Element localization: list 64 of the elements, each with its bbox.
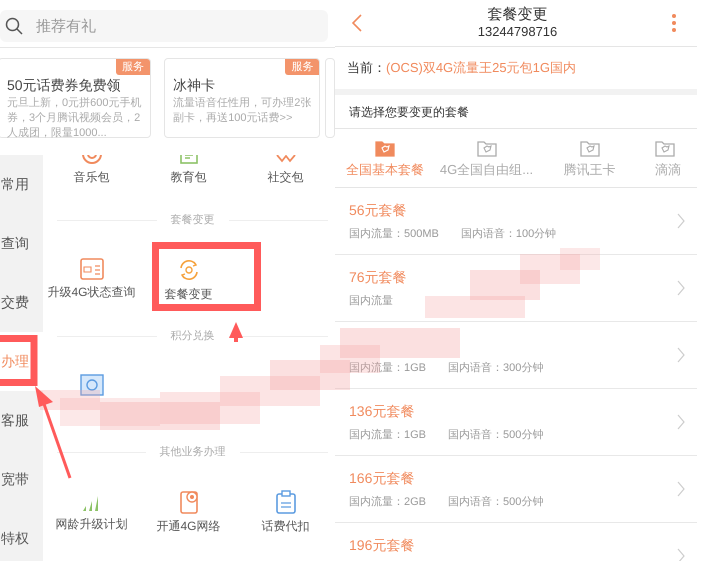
section-title: 其他业务办理 (158, 444, 226, 460)
sidebar-item[interactable]: 特权 (0, 509, 43, 561)
clipboard-icon (274, 490, 296, 514)
sidebar-item[interactable]: 常用 (0, 155, 43, 214)
service-item[interactable]: 网龄升级计划 (56, 516, 128, 532)
plan-title: 136元套餐 (349, 402, 416, 420)
chevron-right-icon (677, 481, 685, 497)
plan-detail: 国内流量：1GB (349, 360, 426, 376)
back-icon[interactable] (350, 13, 364, 33)
folder-map-icon (655, 139, 675, 157)
phone-number: 13244798716 (478, 24, 558, 40)
sidebar-item[interactable]: 宽带 (0, 450, 43, 509)
phone-icon (178, 490, 200, 514)
service-badge: 服务 (285, 59, 320, 75)
service-item[interactable]: 套餐变更 (164, 286, 212, 302)
arrow (229, 322, 243, 342)
plan-detail: 国内语音：300分钟 (448, 360, 544, 376)
folder-map-icon (580, 139, 600, 157)
highlight-frame (0, 335, 38, 386)
service-item[interactable]: 教育包 (170, 169, 206, 185)
folder-map-icon (375, 139, 395, 157)
service-item[interactable]: 升级4G状态查询 (47, 284, 136, 300)
chevron-right-icon (677, 280, 685, 296)
sim-card-icon (80, 258, 104, 280)
service-item[interactable]: 社交包 (268, 169, 304, 185)
chevron-right-icon (677, 213, 685, 229)
plan-title: 196元套餐 (349, 536, 416, 554)
plan-title: 76元套餐 (349, 268, 408, 286)
card-title: 冰神卡 (173, 77, 216, 94)
more-icon[interactable] (671, 13, 677, 33)
promo-card[interactable]: 服务 50元话费券免费领 元旦上新，0元拼600元手机券，3个月腾讯视频会员，2人成团，限量1000... (0, 58, 152, 138)
chevron-right-icon (677, 548, 685, 561)
current-plan: (OCS)双4G流量王25元包1G国内 (386, 59, 576, 78)
plan-detail: 国内语音：100分钟 (460, 226, 556, 242)
plan-detail: 国内流量：1GB (349, 428, 426, 442)
card-title: 50元话费券免费领 (7, 77, 122, 94)
plan-title: 56元套餐 (349, 200, 408, 218)
service-item[interactable]: 话费代扣 (262, 518, 310, 534)
folder-map-icon (476, 139, 496, 157)
plan-detail: 国内流量：2GB (349, 494, 426, 510)
promo-card[interactable] (325, 58, 335, 138)
page-title: 套餐变更 (488, 6, 548, 24)
promo-card[interactable]: 服务 冰神卡 流量语音任性用，可办理2张副卡，再送100元话费>> (164, 58, 320, 138)
section-title: 套餐变更 (170, 212, 216, 228)
card-description: 流量语音任性用，可办理2张副卡，再送100元话费>> (173, 96, 312, 126)
plan-detail: 国内语音：500分钟 (448, 428, 544, 442)
plan-detail: 国内流量 (349, 294, 393, 308)
search-field[interactable]: 推荐有礼 (0, 10, 328, 42)
service-item[interactable]: 开通4G网络 (156, 518, 220, 534)
current-label: 当前： (347, 59, 386, 78)
search-icon (5, 17, 23, 35)
sidebar-item[interactable]: 交费 (0, 273, 43, 332)
section-title: 积分兑换 (170, 328, 216, 344)
sidebar-item[interactable]: 查询 (0, 214, 43, 273)
prompt-text: 请选择您要变更的套餐 (349, 104, 469, 120)
service-item[interactable]: 音乐包 (74, 169, 110, 185)
sidebar-item[interactable]: 客服 (0, 391, 43, 450)
plan-title: 166元套餐 (349, 468, 416, 486)
plan-detail: 国内语音：500分钟 (448, 494, 544, 510)
plan-detail: 国内流量：500MB (349, 226, 439, 242)
card-description: 元旦上新，0元拼600元手机券，3个月腾讯视频会员，2人成团，限量1000... (7, 96, 142, 141)
chevron-right-icon (677, 414, 685, 430)
chevron-right-icon (677, 347, 685, 363)
service-badge: 服务 (116, 59, 150, 75)
